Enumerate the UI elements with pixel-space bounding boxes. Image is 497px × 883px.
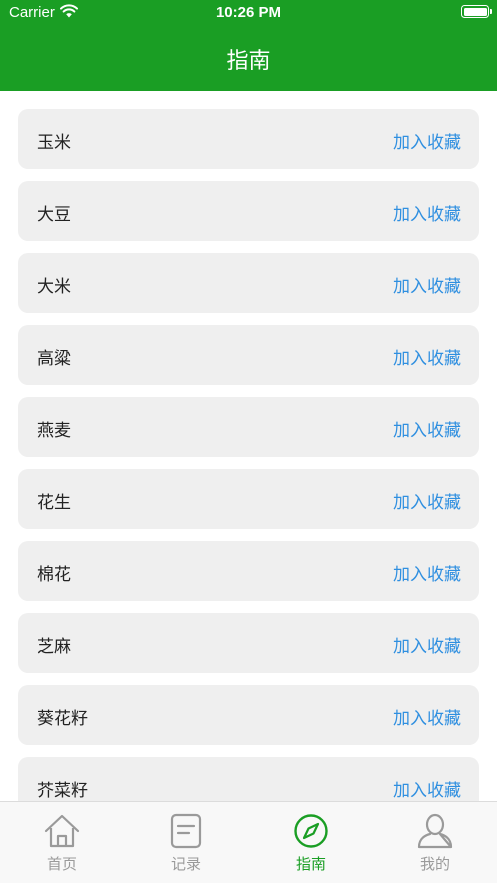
crop-name: 葵花籽 [37, 709, 88, 729]
tab-guide[interactable]: 指南 [249, 802, 373, 883]
list-item[interactable]: 大豆 加入收藏 [18, 181, 479, 241]
add-favorite-button[interactable]: 加入收藏 [393, 632, 461, 657]
add-favorite-button[interactable]: 加入收藏 [393, 560, 461, 585]
tab-bar: 首页 记录 指南 我的 [0, 801, 497, 883]
status-bar: Carrier 10:26 PM [0, 0, 497, 26]
list-item[interactable]: 葵花籽 加入收藏 [18, 685, 479, 745]
list-item[interactable]: 燕麦 加入收藏 [18, 397, 479, 457]
tab-record-label: 记录 [170, 855, 201, 873]
add-favorite-button[interactable]: 加入收藏 [393, 272, 461, 297]
crop-name: 大豆 [37, 205, 71, 225]
list-item[interactable]: 玉米 加入收藏 [18, 109, 479, 169]
add-favorite-button[interactable]: 加入收藏 [393, 344, 461, 369]
compass-icon [294, 814, 328, 848]
list-item[interactable]: 芥菜籽 加入收藏 [18, 757, 479, 801]
add-favorite-button[interactable]: 加入收藏 [393, 776, 461, 801]
tab-home[interactable]: 首页 [0, 802, 124, 883]
user-icon [417, 813, 453, 849]
add-favorite-button[interactable]: 加入收藏 [393, 416, 461, 441]
add-favorite-button[interactable]: 加入收藏 [393, 488, 461, 513]
crop-name: 芝麻 [37, 637, 71, 657]
page-title: 指南 [226, 49, 271, 74]
crop-name: 芥菜籽 [37, 781, 88, 801]
home-icon [44, 814, 80, 848]
tab-mine-label: 我的 [419, 855, 450, 873]
tab-record[interactable]: 记录 [124, 802, 248, 883]
crop-name: 大米 [37, 277, 71, 297]
list-item[interactable]: 芝麻 加入收藏 [18, 613, 479, 673]
crop-name: 棉花 [37, 565, 71, 585]
record-icon [170, 813, 202, 849]
nav-header: Carrier 10:26 PM 指南 [0, 0, 497, 91]
crop-name: 玉米 [37, 133, 71, 153]
list-item[interactable]: 棉花 加入收藏 [18, 541, 479, 601]
add-favorite-button[interactable]: 加入收藏 [393, 200, 461, 225]
guide-list[interactable]: 玉米 加入收藏 大豆 加入收藏 大米 加入收藏 高粱 加入收藏 燕麦 加入收藏 花生 加入收藏 棉花 加入… [0, 91, 497, 801]
clock: 10:26 PM [215, 4, 282, 21]
list-item[interactable]: 高粱 加入收藏 [18, 325, 479, 385]
tab-home-label: 首页 [46, 855, 77, 873]
crop-name: 花生 [37, 493, 71, 513]
list-item[interactable]: 花生 加入收藏 [18, 469, 479, 529]
tab-mine[interactable]: 我的 [373, 802, 497, 883]
tab-guide-label: 指南 [295, 855, 326, 873]
crop-name: 燕麦 [37, 421, 71, 441]
battery-icon [461, 5, 492, 18]
add-favorite-button[interactable]: 加入收藏 [393, 128, 461, 153]
list-item[interactable]: 大米 加入收藏 [18, 253, 479, 313]
crop-name: 高粱 [37, 349, 71, 369]
add-favorite-button[interactable]: 加入收藏 [393, 704, 461, 729]
